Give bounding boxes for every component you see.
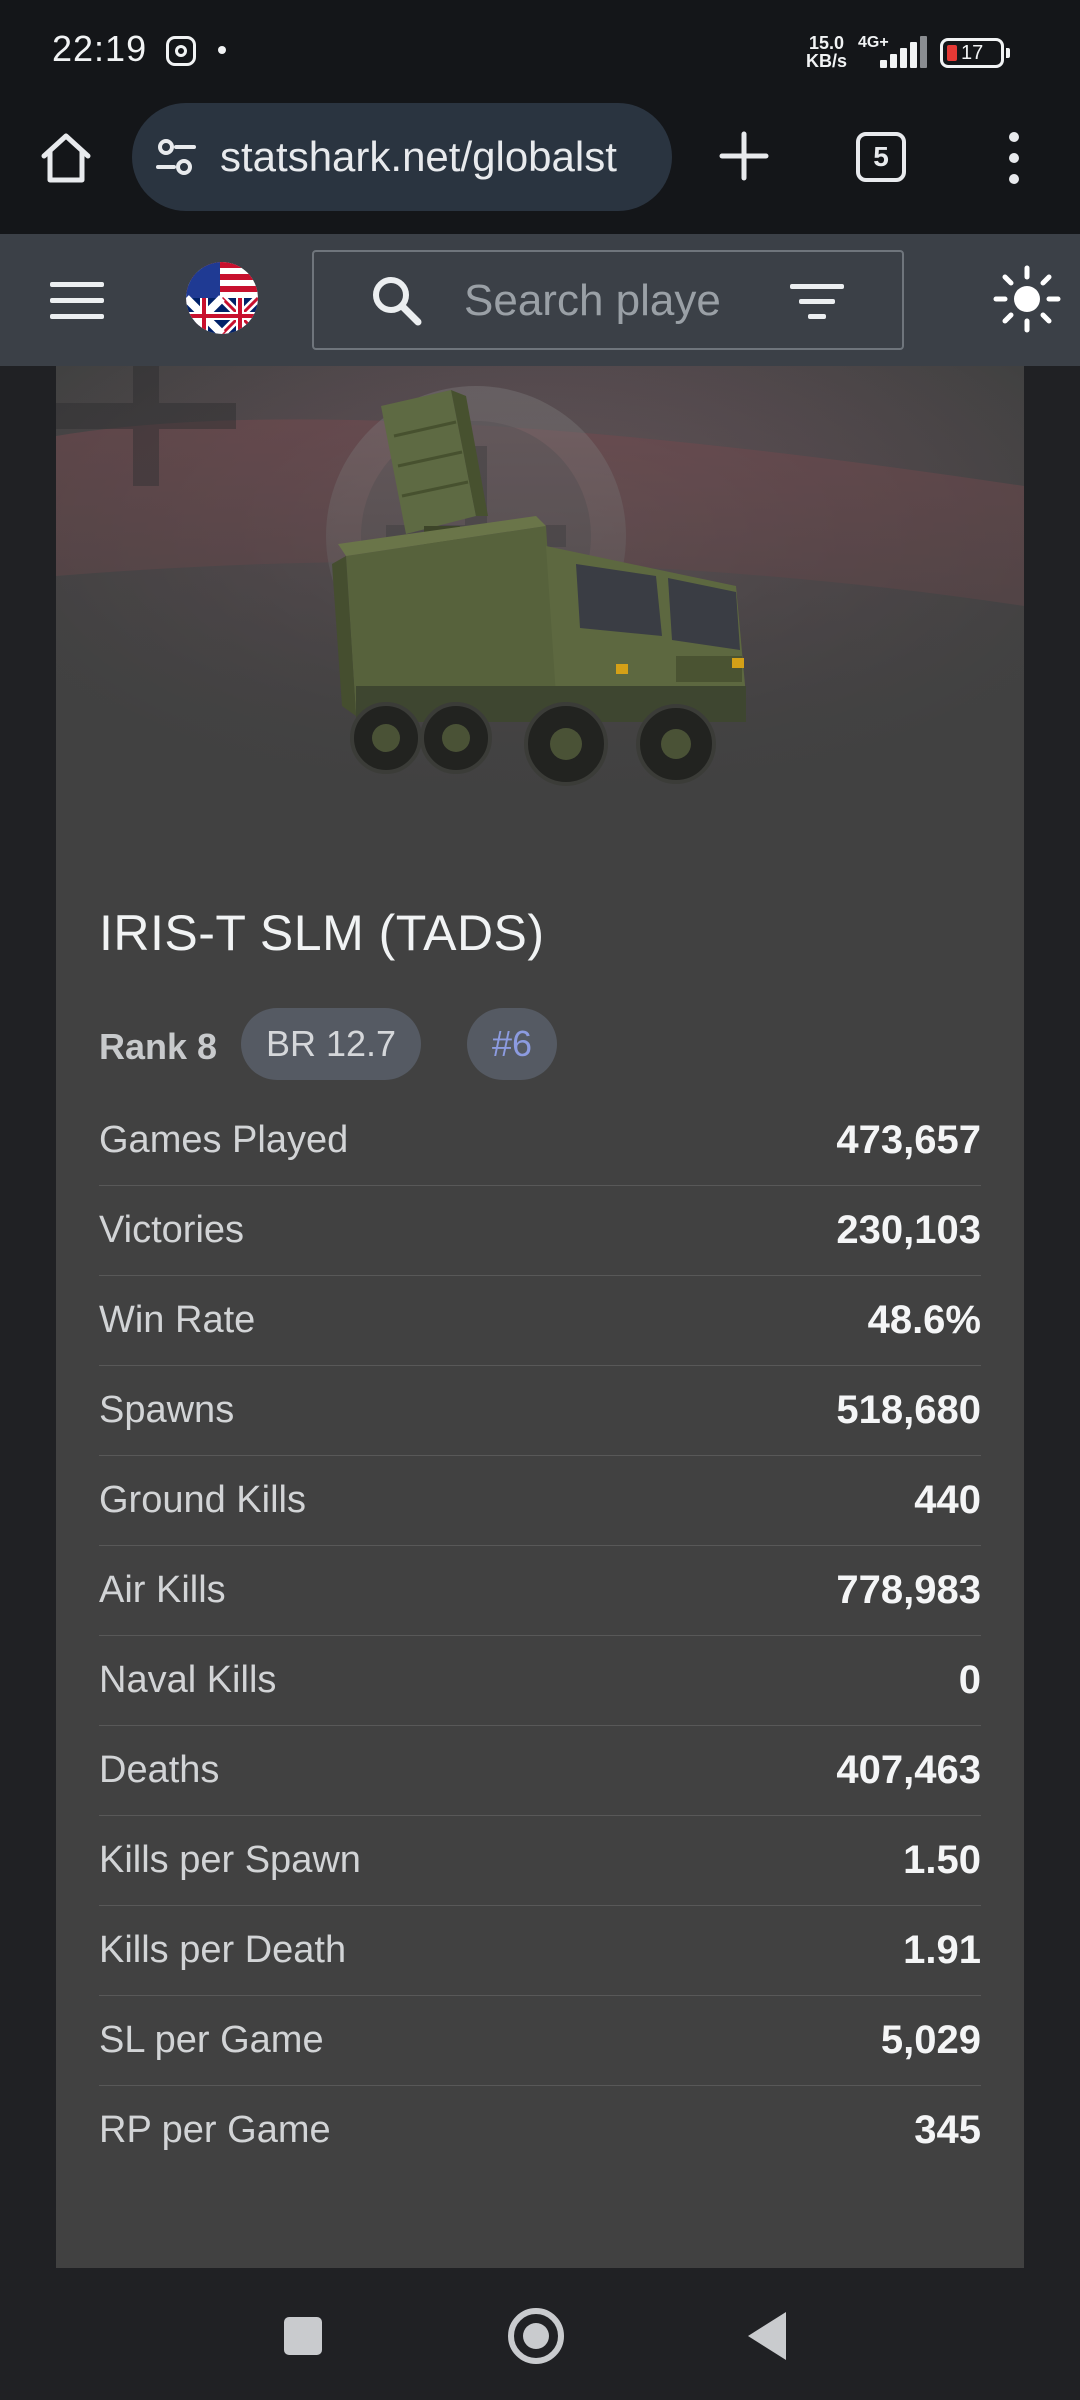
address-bar[interactable]: statshark.net/globalst bbox=[132, 103, 672, 211]
stat-value: 0 bbox=[958, 1658, 981, 1702]
search-input[interactable] bbox=[464, 272, 734, 330]
search-icon[interactable] bbox=[370, 274, 424, 328]
stat-value: 1.91 bbox=[903, 1928, 981, 1972]
stat-value: 473,657 bbox=[836, 1118, 981, 1162]
new-tab-icon[interactable] bbox=[714, 126, 774, 186]
stat-value: 230,103 bbox=[836, 1208, 981, 1252]
stat-label: Spawns bbox=[99, 1389, 235, 1431]
stat-value: 5,029 bbox=[880, 2018, 981, 2062]
stat-row-win-rate: Win Rate 48.6% bbox=[99, 1276, 981, 1366]
stat-row-spawns: Spawns 518,680 bbox=[99, 1366, 981, 1456]
stat-value: 1.50 bbox=[903, 1838, 981, 1882]
rank-label: Rank 8 bbox=[99, 1026, 218, 1067]
stat-value: 518,680 bbox=[836, 1388, 981, 1432]
language-flag-icon[interactable] bbox=[186, 262, 258, 334]
back-icon[interactable] bbox=[748, 2312, 786, 2360]
stat-row-kills-per-death: Kills per Death 1.91 bbox=[99, 1906, 981, 1996]
vehicle-image bbox=[56, 366, 1024, 826]
stat-row-rp-per-game: RP per Game 345 bbox=[99, 2086, 981, 2176]
stat-row-naval-kills: Naval Kills 0 bbox=[99, 1636, 981, 1726]
signal-icon bbox=[878, 36, 928, 68]
status-time: 22:19 bbox=[52, 28, 148, 69]
stat-row-victories: Victories 230,103 bbox=[99, 1186, 981, 1276]
site-header bbox=[0, 234, 1080, 366]
stats-table: Games Played 473,657 Victories 230,103 W… bbox=[99, 1096, 981, 2176]
system-nav-bar bbox=[0, 2268, 1080, 2400]
stat-label: Ground Kills bbox=[99, 1479, 306, 1521]
status-bar: 22:19 15.0 KB/s 4G+ 17 bbox=[0, 0, 1080, 100]
more-menu-icon[interactable] bbox=[1004, 128, 1024, 188]
battle-rating-badge: BR 12.7 bbox=[241, 1008, 421, 1080]
hamburger-menu-icon[interactable] bbox=[50, 278, 104, 322]
stat-label: Kills per Death bbox=[99, 1929, 347, 1971]
instagram-icon bbox=[166, 36, 196, 66]
stat-label: Games Played bbox=[99, 1119, 349, 1161]
browser-toolbar: statshark.net/globalst 5 bbox=[0, 100, 1080, 234]
stat-row-air-kills: Air Kills 778,983 bbox=[99, 1546, 981, 1636]
stat-label: SL per Game bbox=[99, 2019, 324, 2061]
battery-icon: 17 bbox=[940, 38, 1010, 68]
stat-value: 440 bbox=[914, 1478, 981, 1522]
home-circle-icon[interactable] bbox=[508, 2308, 564, 2364]
stat-value: 407,463 bbox=[836, 1748, 981, 1792]
stat-label: RP per Game bbox=[99, 2109, 331, 2151]
recents-icon[interactable] bbox=[284, 2317, 322, 2355]
stat-label: Air Kills bbox=[99, 1569, 226, 1611]
stat-row-kills-per-spawn: Kills per Spawn 1.50 bbox=[99, 1816, 981, 1906]
home-icon[interactable] bbox=[36, 128, 96, 188]
stat-label: Naval Kills bbox=[99, 1659, 277, 1701]
vehicle-name: IRIS-T SLM (TADS) bbox=[99, 905, 545, 961]
stat-value: 778,983 bbox=[836, 1568, 981, 1612]
stat-row-sl-per-game: SL per Game 5,029 bbox=[99, 1996, 981, 2086]
stat-label: Kills per Spawn bbox=[99, 1839, 361, 1881]
player-search-box[interactable] bbox=[312, 250, 904, 350]
vehicle-card: IRIS-T SLM (TADS) Rank 8 BR 12.7 #6 Game… bbox=[56, 366, 1024, 2268]
theme-toggle-sun-icon[interactable] bbox=[992, 264, 1062, 334]
stat-row-deaths: Deaths 407,463 bbox=[99, 1726, 981, 1816]
filter-icon[interactable] bbox=[790, 282, 844, 322]
stat-value: 48.6% bbox=[867, 1298, 981, 1342]
battery-level: 17 bbox=[961, 42, 984, 64]
network-speed: 15.0 KB/s bbox=[806, 33, 848, 71]
stat-value: 345 bbox=[914, 2108, 981, 2152]
stat-row-games-played: Games Played 473,657 bbox=[99, 1096, 981, 1186]
stat-row-ground-kills: Ground Kills 440 bbox=[99, 1456, 981, 1546]
stat-label: Win Rate bbox=[99, 1299, 256, 1341]
notification-dot-icon bbox=[218, 46, 226, 54]
site-settings-icon[interactable] bbox=[156, 137, 196, 177]
url-text[interactable]: statshark.net/globalst bbox=[220, 133, 660, 181]
stat-label: Deaths bbox=[99, 1749, 220, 1791]
position-badge[interactable]: #6 bbox=[467, 1008, 557, 1080]
tab-switcher-button[interactable]: 5 bbox=[856, 132, 906, 182]
stat-label: Victories bbox=[99, 1209, 245, 1251]
vehicle-badges: Rank 8 BR 12.7 #6 bbox=[99, 1008, 979, 1082]
